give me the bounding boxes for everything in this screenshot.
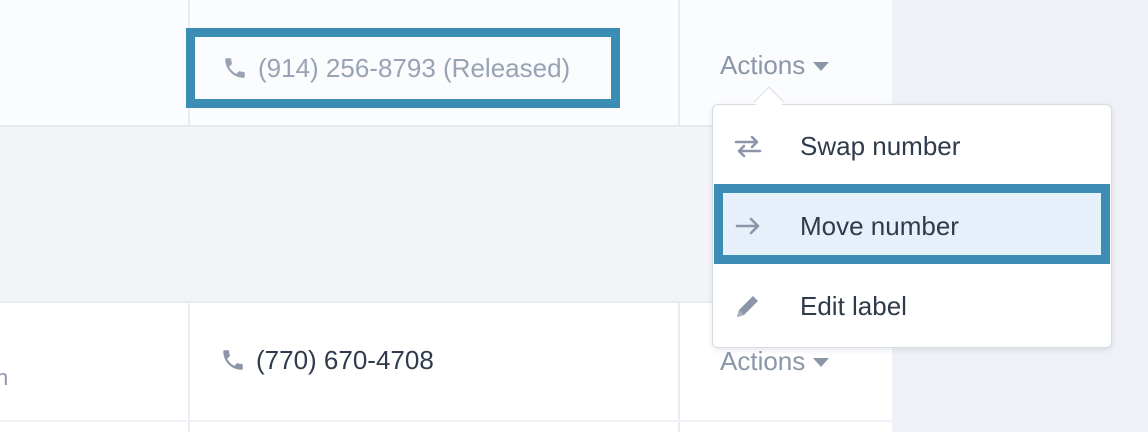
menu-item-edit-label[interactable]: Edit label bbox=[732, 284, 907, 328]
table-cell bbox=[0, 301, 190, 432]
menu-item-label: Move number bbox=[800, 210, 959, 241]
phone-number-text: (770) 670-4708 bbox=[256, 344, 434, 375]
actions-dropdown-button[interactable]: Actions bbox=[720, 46, 830, 84]
phone-number-released: (914) 256-8793 (Released) bbox=[186, 28, 620, 108]
phone-number-text: (914) 256-8793 (Released) bbox=[258, 52, 571, 83]
actions-label: Actions bbox=[720, 345, 806, 376]
phone-icon bbox=[222, 55, 248, 81]
menu-item-swap-number[interactable]: Swap number bbox=[732, 124, 960, 168]
table-cell bbox=[0, 0, 190, 127]
phone-icon bbox=[220, 347, 246, 373]
pencil-icon bbox=[732, 290, 764, 322]
menu-item-move-number[interactable]: Move number bbox=[732, 204, 959, 248]
caret-down-icon bbox=[813, 357, 830, 367]
arrow-right-icon bbox=[732, 210, 764, 242]
phone-number-active: (770) 670-4708 bbox=[220, 340, 434, 380]
truncated-cell-text: n bbox=[0, 365, 9, 390]
actions-label: Actions bbox=[720, 49, 806, 80]
menu-item-label: Edit label bbox=[800, 290, 907, 321]
caret-down-icon bbox=[813, 61, 830, 71]
swap-icon bbox=[732, 130, 764, 162]
row-divider bbox=[0, 420, 892, 422]
menu-item-label: Swap number bbox=[800, 130, 961, 161]
